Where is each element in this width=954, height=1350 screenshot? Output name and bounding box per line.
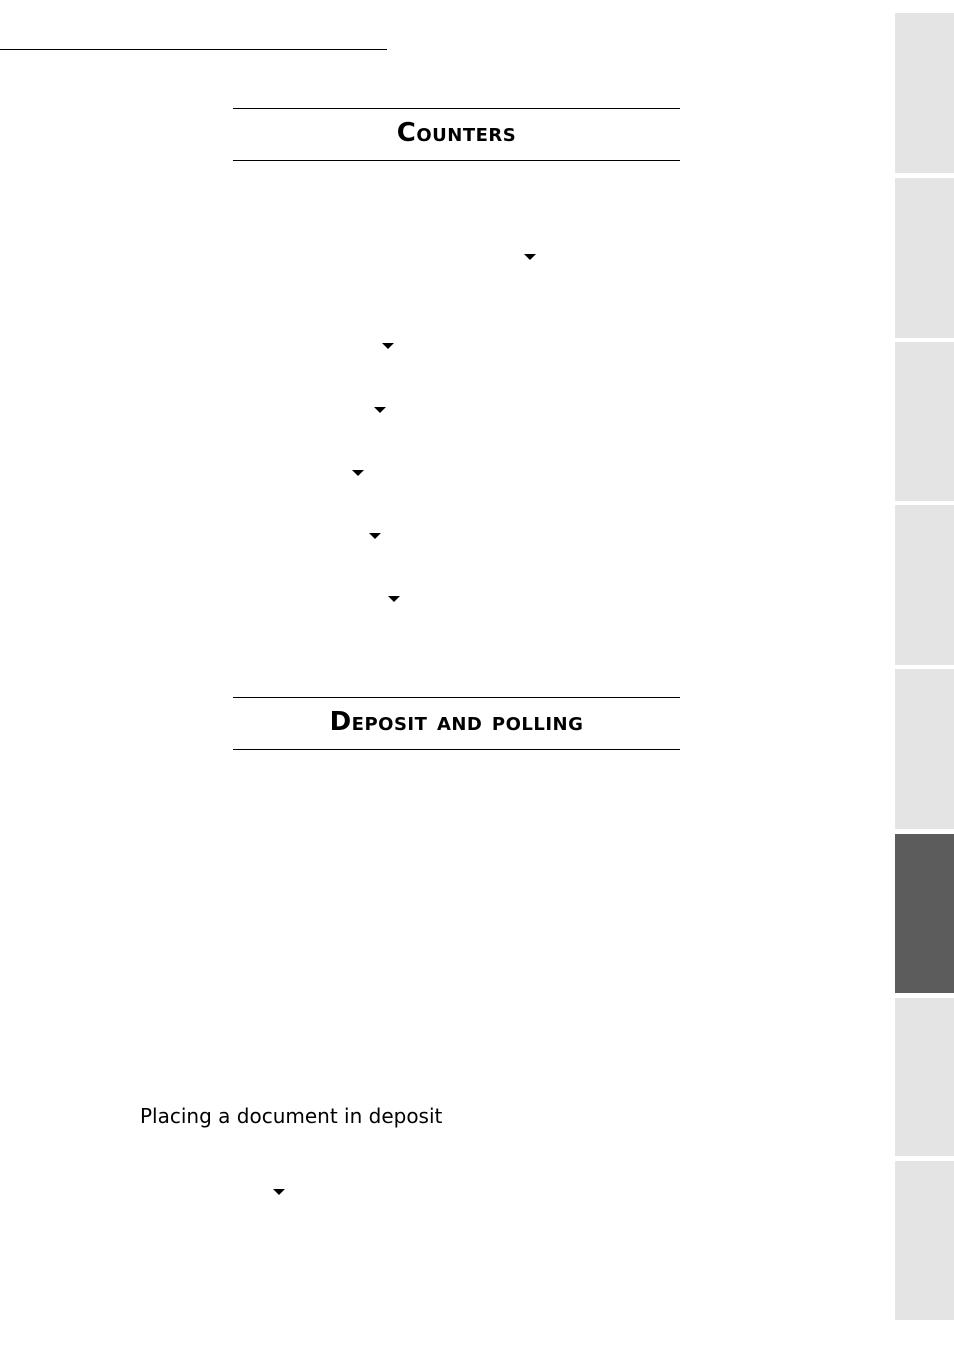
side-tab-7[interactable] xyxy=(895,998,954,1156)
down-triangle-icon xyxy=(524,254,536,260)
side-tab-8[interactable] xyxy=(895,1161,954,1320)
down-triangle-icon xyxy=(374,407,386,413)
down-triangle-icon xyxy=(352,470,364,476)
side-tab-4[interactable] xyxy=(895,505,954,665)
down-triangle-icon xyxy=(388,596,400,602)
down-triangle-icon xyxy=(273,1189,285,1195)
section-deposit-and-polling: Deposit and polling xyxy=(233,697,680,750)
side-tab-3[interactable] xyxy=(895,342,954,501)
header-rule xyxy=(0,49,387,50)
side-tab-2[interactable] xyxy=(895,178,954,338)
side-tab-6-active[interactable] xyxy=(895,834,954,993)
subheading-placing-deposit: Placing a document in deposit xyxy=(140,1104,443,1128)
down-triangle-icon xyxy=(369,533,381,539)
side-tab-5[interactable] xyxy=(895,669,954,829)
side-tab-1[interactable] xyxy=(895,13,954,173)
down-triangle-icon xyxy=(382,343,394,349)
section-title-counters: Counters xyxy=(396,118,517,148)
section-title-deposit: Deposit and polling xyxy=(329,707,584,737)
section-counters: Counters xyxy=(233,108,680,161)
